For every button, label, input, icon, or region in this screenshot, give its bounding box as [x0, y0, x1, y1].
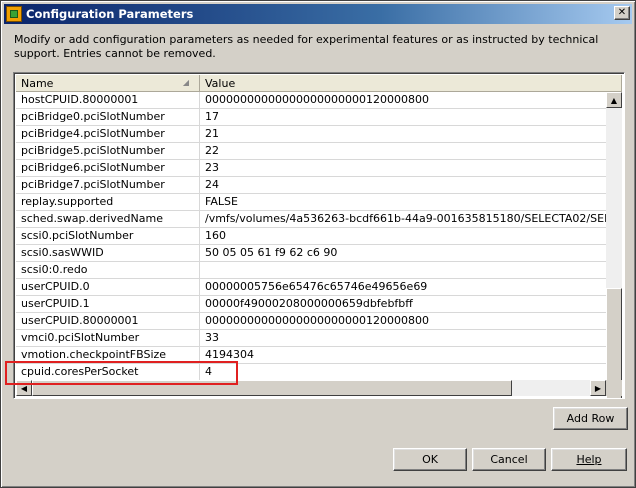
parameter-value-cell[interactable]: 00000f49000208000000659dbfebfbff	[200, 296, 607, 312]
parameter-name-cell[interactable]: userCPUID.1	[16, 296, 200, 312]
parameter-value-cell[interactable]: 17	[200, 109, 607, 125]
parameter-value-cell[interactable]: 21	[200, 126, 607, 142]
scroll-left-icon[interactable]: ◀	[16, 380, 32, 396]
vertical-scroll-thumb[interactable]	[606, 288, 622, 383]
help-button[interactable]: Help	[551, 448, 627, 471]
table-row[interactable]: userCPUID.1 00000f49000208000000659dbfebf…	[16, 296, 607, 313]
parameter-value-cell[interactable]: 50 05 05 61 f9 62 c6 90	[200, 245, 607, 261]
table-row[interactable]: userCPUID.80000001 0000000000000000000000…	[16, 313, 607, 330]
ok-button[interactable]: OK	[393, 448, 467, 471]
parameter-value-cell[interactable]: 00000005756e65476c65746e49656e69	[200, 279, 607, 295]
table-row[interactable]: vmci0.pciSlotNumber 33	[16, 330, 607, 347]
table-row[interactable]: scsi0.pciSlotNumber 160	[16, 228, 607, 245]
table-row[interactable]: pciBridge5.pciSlotNumber 22	[16, 143, 607, 160]
instructions-text: Modify or add configuration parameters a…	[14, 33, 599, 60]
parameter-name-cell[interactable]: sched.swap.derivedName	[16, 211, 200, 227]
parameter-name-cell[interactable]: pciBridge7.pciSlotNumber	[16, 177, 200, 193]
parameter-name-cell[interactable]: scsi0:0.redo	[16, 262, 200, 278]
parameter-value-cell[interactable]: /vmfs/volumes/4a536263-bcdf661b-44a9-001…	[200, 211, 607, 227]
parameter-value-cell[interactable]	[200, 262, 607, 278]
parameter-value-cell[interactable]: 4	[200, 364, 607, 380]
grid-header: Name ◢ Value	[16, 75, 622, 92]
table-row[interactable]: sched.swap.derivedName/vmfs/volumes/4a53…	[16, 211, 607, 228]
configuration-parameters-dialog: Configuration Parameters ✕ Modify or add…	[0, 0, 636, 488]
table-row[interactable]: scsi0:0.redo	[16, 262, 607, 279]
table-row[interactable]: userCPUID.0 00000005756e65476c65746e49656…	[16, 279, 607, 296]
parameter-value-cell[interactable]: 4194304	[200, 347, 607, 363]
parameter-name-cell[interactable]: pciBridge6.pciSlotNumber	[16, 160, 200, 176]
parameter-value-cell[interactable]: FALSE	[200, 194, 607, 210]
parameter-value-cell[interactable]: 160	[200, 228, 607, 244]
title-bar[interactable]: Configuration Parameters ✕	[4, 4, 632, 24]
parameter-value-cell[interactable]: 22	[200, 143, 607, 159]
parameter-value-cell[interactable]: 00000000000000000000000120000800	[200, 313, 607, 329]
horizontal-scrollbar[interactable]: ◀ ▶	[16, 380, 606, 396]
parameter-value-cell[interactable]: 24	[200, 177, 607, 193]
parameter-name-cell[interactable]: pciBridge4.pciSlotNumber	[16, 126, 200, 142]
parameter-value-cell[interactable]: 33	[200, 330, 607, 346]
parameter-name-cell[interactable]: cpuid.coresPerSocket	[16, 364, 200, 380]
table-row[interactable]: pciBridge7.pciSlotNumber 24	[16, 177, 607, 194]
parameters-grid: Name ◢ Value hostCPUID.80000001 000000000…	[13, 72, 625, 399]
column-header-name[interactable]: Name ◢	[16, 75, 200, 92]
table-row[interactable]: pciBridge6.pciSlotNumber 23	[16, 160, 607, 177]
table-row[interactable]: pciBridge0.pciSlotNumber 17	[16, 109, 607, 126]
horizontal-scroll-thumb[interactable]	[32, 380, 512, 396]
parameter-name-cell[interactable]: pciBridge0.pciSlotNumber	[16, 109, 200, 125]
parameter-name-cell[interactable]: replay.supported	[16, 194, 200, 210]
vsphere-app-icon	[6, 6, 22, 22]
table-row[interactable]: scsi0.sasWWID 50 05 05 61 f9 62 c6 90	[16, 245, 607, 262]
column-header-value-label: Value	[205, 76, 236, 90]
parameter-name-cell[interactable]: scsi0.pciSlotNumber	[16, 228, 200, 244]
parameter-name-cell[interactable]: vmci0.pciSlotNumber	[16, 330, 200, 346]
scrollbar-corner	[606, 380, 622, 396]
parameter-name-cell[interactable]: hostCPUID.80000001	[16, 92, 200, 108]
scroll-right-icon[interactable]: ▶	[590, 380, 606, 396]
add-row-button[interactable]: Add Row	[553, 407, 628, 430]
cancel-button[interactable]: Cancel	[472, 448, 546, 471]
table-row[interactable]: vmotion.checkpointFBSize 4194304	[16, 347, 607, 364]
parameter-name-cell[interactable]: pciBridge5.pciSlotNumber	[16, 143, 200, 159]
column-header-name-label: Name	[21, 76, 54, 90]
table-row[interactable]: hostCPUID.80000001 0000000000000000000000…	[16, 92, 607, 109]
vertical-scrollbar[interactable]: ▲ ▼	[606, 92, 622, 398]
table-row[interactable]: cpuid.coresPerSocket 4	[16, 364, 607, 381]
table-row[interactable]: replay.supported FALSE	[16, 194, 607, 211]
column-header-value[interactable]: Value	[200, 75, 622, 92]
help-button-label: Help	[576, 453, 602, 466]
sort-ascending-icon: ◢	[182, 78, 189, 87]
close-icon[interactable]: ✕	[614, 6, 630, 20]
parameter-name-cell[interactable]: userCPUID.0	[16, 279, 200, 295]
parameter-name-cell[interactable]: vmotion.checkpointFBSize	[16, 347, 200, 363]
parameter-name-cell[interactable]: userCPUID.80000001	[16, 313, 200, 329]
window-title: Configuration Parameters	[26, 7, 194, 21]
table-row[interactable]: pciBridge4.pciSlotNumber 21	[16, 126, 607, 143]
parameter-name-cell[interactable]: scsi0.sasWWID	[16, 245, 200, 261]
parameter-value-cell[interactable]: 23	[200, 160, 607, 176]
parameter-value-cell[interactable]: 00000000000000000000000120000800	[200, 92, 607, 108]
grid-rows: hostCPUID.80000001 0000000000000000000000…	[16, 92, 607, 381]
scroll-up-icon[interactable]: ▲	[606, 92, 622, 108]
